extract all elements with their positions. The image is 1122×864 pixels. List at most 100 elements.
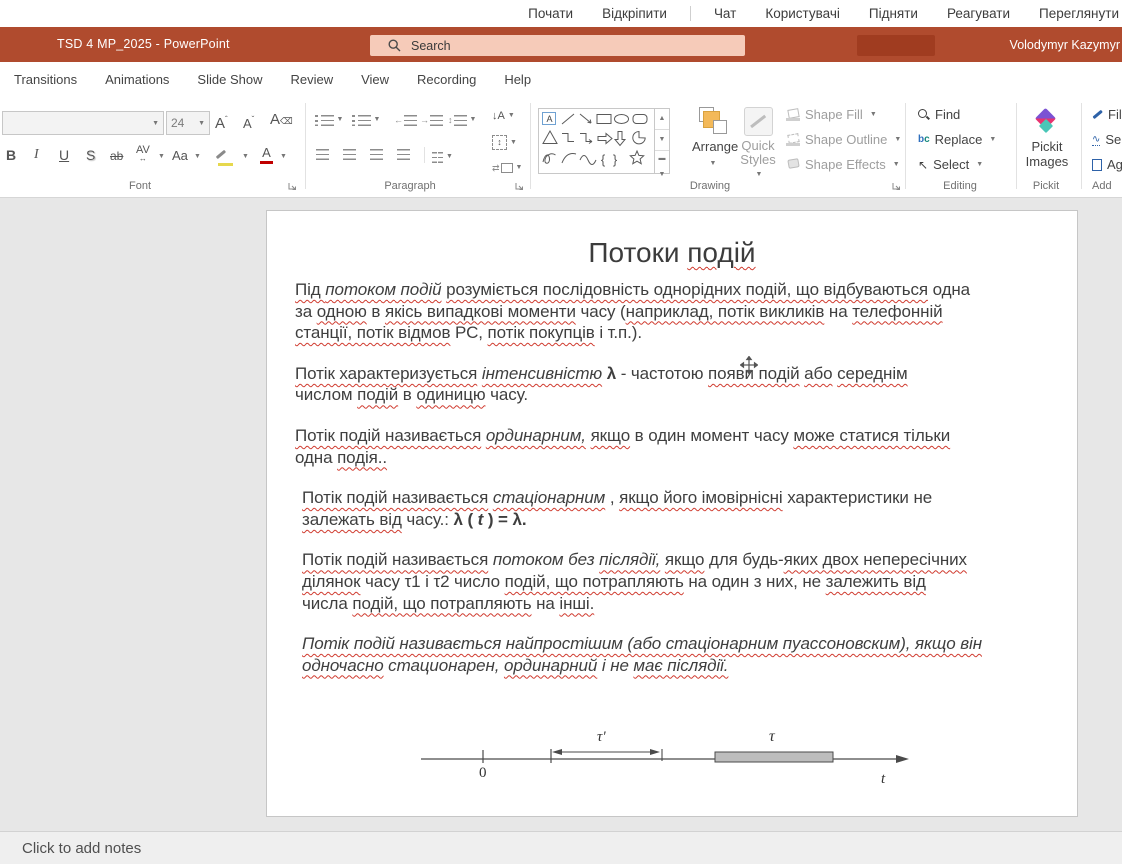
font-color-button[interactable]: A <box>260 146 273 164</box>
align-left-button[interactable] <box>316 149 329 160</box>
tab-transitions[interactable]: Transitions <box>0 72 91 87</box>
chevron-down-icon[interactable]: ▼ <box>242 153 249 160</box>
select-button[interactable]: ↖ Select▼ <box>918 157 983 172</box>
columns-icon <box>432 152 437 163</box>
text-direction-button[interactable]: ↓A▼ <box>492 109 515 123</box>
time-axis-diagram[interactable]: 0 τ' τ t <box>419 719 915 791</box>
slide-paragraph[interactable]: Потік подій називається потоком без післ… <box>295 549 1051 614</box>
numbering-button[interactable]: ▼ <box>352 113 380 127</box>
arrange-button[interactable]: Arrange ▼ <box>692 107 732 172</box>
chevron-down-icon[interactable]: ▼ <box>280 153 287 160</box>
chevron-down-icon[interactable]: ▼ <box>194 153 201 160</box>
editing-workspace: Потоки подій Під потоком подій розумієть… <box>0 198 1122 832</box>
slide-title[interactable]: Потоки подій <box>267 237 1077 269</box>
svg-text:}: } <box>613 152 618 167</box>
character-spacing-button[interactable]: AV↔ <box>136 146 150 163</box>
tab-help[interactable]: Help <box>490 72 545 87</box>
meeting-chat-button[interactable]: Чат <box>714 6 736 21</box>
meeting-unpin-button[interactable]: Відкріпити <box>602 6 667 21</box>
align-text-button[interactable]: ↕▼ <box>492 135 517 150</box>
clear-formatting-button[interactable]: A⌫ <box>270 113 293 128</box>
highlight-color-button[interactable] <box>218 147 233 166</box>
align-center-icon <box>343 149 356 160</box>
replace-button[interactable]: bc Replace▼ <box>918 132 996 147</box>
grow-font-button[interactable]: Aˆ <box>215 113 228 131</box>
svg-text:A: A <box>546 114 552 124</box>
find-button[interactable]: Find <box>918 107 960 122</box>
slide-canvas[interactable]: Потоки подій Під потоком подій розумієть… <box>266 210 1078 817</box>
tab-recording[interactable]: Recording <box>403 72 490 87</box>
convert-to-smartart-button[interactable]: ⇄▼ <box>492 161 522 175</box>
pickit-logo-icon <box>1034 109 1060 135</box>
text-run: і не <box>597 656 633 675</box>
text-run: телефонній <box>852 302 942 321</box>
diagram-origin-label: 0 <box>479 765 487 781</box>
font-name-combobox[interactable]: ▼ <box>2 111 164 135</box>
gallery-more-button[interactable]: ▬▼ <box>655 151 669 183</box>
chevron-down-icon[interactable]: ▼ <box>158 153 165 160</box>
meeting-react-button[interactable]: Реагувати <box>947 6 1010 21</box>
line-spacing-button[interactable]: ↕▼ <box>448 113 476 127</box>
text-run: за <box>295 302 317 321</box>
columns-button[interactable]: ▼ <box>432 150 453 164</box>
decrease-indent-button[interactable]: ← <box>394 113 417 127</box>
shape-fill-button[interactable]: Shape Fill▼ <box>786 107 877 122</box>
bold-button[interactable]: B <box>6 148 16 162</box>
slide-paragraph[interactable]: Потік характеризується інтенсивністю λ -… <box>295 363 1051 406</box>
shape-effects-button[interactable]: Shape Effects▼ <box>786 157 900 172</box>
gallery-scroll-up-button[interactable]: ▲ <box>655 109 669 130</box>
shrink-font-button[interactable]: Aˇ <box>243 113 254 131</box>
diagram-axis-label: t <box>881 771 886 787</box>
document-icon <box>1092 159 1102 171</box>
tab-slide-show[interactable]: Slide Show <box>183 72 276 87</box>
change-case-button[interactable]: Aa <box>172 149 188 163</box>
slide-paragraph[interactable]: Потік подій називається стаціонарним , я… <box>295 487 1051 530</box>
shape-fill-icon <box>786 109 800 121</box>
font-size-combobox[interactable]: 24▼ <box>166 111 210 135</box>
text-run: стаціонарним <box>493 488 605 507</box>
meeting-start-button[interactable]: Почати <box>528 6 573 21</box>
line-spacing-icon: ↕ <box>448 113 453 127</box>
shapes-gallery[interactable]: A { } ▲ ▼ ▬▼ <box>538 108 670 174</box>
underline-button[interactable]: U <box>59 148 69 162</box>
slide-paragraph[interactable]: Потік подій називається найпростішим (аб… <box>295 633 1051 676</box>
pickit-images-button[interactable]: Pickit Images <box>1022 109 1072 169</box>
quick-styles-button[interactable]: Quick Styles ▼ <box>736 107 780 182</box>
search-box[interactable]: Search <box>370 35 745 56</box>
chevron-down-icon: ▼ <box>152 120 159 127</box>
gallery-scroll-down-button[interactable]: ▼ <box>655 130 669 151</box>
font-group-label: Font <box>110 180 170 192</box>
meeting-view-button[interactable]: Переглянути <box>1039 6 1119 21</box>
slide-body[interactable]: Під потоком подій розуміється послідовні… <box>295 279 1051 695</box>
align-right-button[interactable] <box>370 149 383 160</box>
bullets-button[interactable]: ▼ <box>315 113 343 127</box>
replace-icon: bc <box>918 134 930 145</box>
tab-review[interactable]: Review <box>276 72 347 87</box>
drawing-dialog-launcher[interactable] <box>891 181 901 191</box>
addin-send-button[interactable]: ∿ Se <box>1092 132 1121 147</box>
addin-agree-button[interactable]: Ag <box>1092 157 1122 172</box>
font-dialog-launcher[interactable] <box>287 181 297 191</box>
increase-indent-button[interactable]: → <box>420 113 443 127</box>
meeting-raise-hand-button[interactable]: Підняти <box>869 6 918 21</box>
tab-animations[interactable]: Animations <box>91 72 183 87</box>
italic-button[interactable]: I <box>34 148 39 162</box>
text-run: якщо <box>665 550 705 569</box>
text-run: залежать від <box>302 510 402 529</box>
slide-paragraph[interactable]: Потік подій називається ординарним, якщо… <box>295 425 1051 468</box>
justify-button[interactable] <box>397 149 410 160</box>
account-name[interactable]: Volodymyr Kazymyr <box>1010 38 1120 52</box>
align-center-button[interactable] <box>343 149 356 160</box>
shape-outline-button[interactable]: Shape Outline▼ <box>786 132 901 147</box>
text-shadow-button[interactable]: S <box>86 148 95 162</box>
addin-fill-sign-button[interactable]: Fil <box>1092 107 1122 122</box>
notes-pane[interactable]: Click to add notes <box>0 831 1122 864</box>
strikethrough-button[interactable]: ab <box>110 149 123 163</box>
paragraph-group-label: Paragraph <box>375 180 445 192</box>
text-run: - частотою <box>616 364 708 383</box>
tab-view[interactable]: View <box>347 72 403 87</box>
paragraph-dialog-launcher[interactable] <box>514 181 524 191</box>
meeting-participants-button[interactable]: Користувачі <box>765 6 840 21</box>
slide-paragraph[interactable]: Під потоком подій розуміється послідовні… <box>295 279 1051 344</box>
text-run: Потік подій називається <box>295 426 481 445</box>
